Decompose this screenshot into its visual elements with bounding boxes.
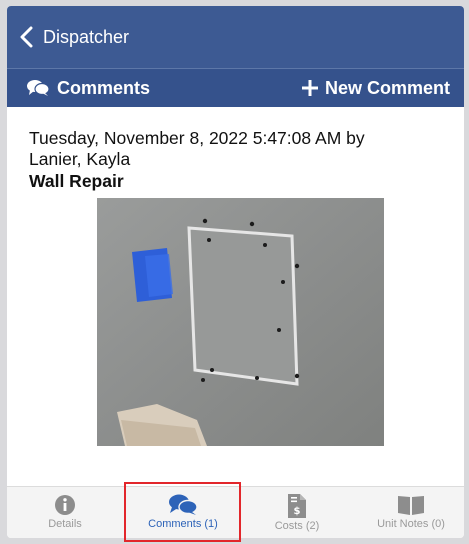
svg-text:$: $ [294,506,301,517]
bottom-tab-bar: Details Comments (1) $ Costs (2) Unit No… [7,486,464,538]
book-icon [398,496,424,515]
comment-photo[interactable] [97,198,384,446]
section-label: Comments [57,77,151,98]
tab-details-label: Details [48,518,82,530]
comments-icon [27,80,49,96]
plus-icon [301,80,318,96]
wall-photo-image [97,198,384,446]
comments-toolbar: Comments New Comment [7,68,464,107]
tab-details[interactable]: Details [13,487,117,538]
tab-comments-label: Comments (1) [148,518,218,530]
tab-unit-notes-label: Unit Notes (0) [377,518,445,530]
tab-costs[interactable]: $ Costs (2) [245,487,349,538]
comment-timestamp-line: Tuesday, November 8, 2022 5:47:08 AM by [29,128,365,148]
comment-entry: Tuesday, November 8, 2022 5:47:08 AM by … [29,128,449,192]
tab-comments[interactable]: Comments (1) [127,487,239,538]
new-comment-label: New Comment [324,77,450,98]
comment-meta: Tuesday, November 8, 2022 5:47:08 AM by … [29,128,449,170]
app-screen: Dispatcher Comments New Comment Tuesday,… [7,6,464,538]
tab-unit-notes[interactable]: Unit Notes (0) [359,487,463,538]
top-navbar: Dispatcher [7,6,464,68]
back-label: Dispatcher [43,26,130,47]
info-icon [55,495,75,515]
comment-author-line: Lanier, Kayla [29,149,131,169]
cost-document-icon: $ [288,494,306,518]
back-button[interactable]: Dispatcher [19,22,129,52]
chevron-left-icon [20,26,33,48]
comments-icon [169,494,198,515]
new-comment-button[interactable]: New Comment [301,69,450,107]
tab-costs-label: Costs (2) [274,520,320,532]
section-title: Comments [27,69,150,107]
comment-title: Wall Repair [29,171,124,191]
